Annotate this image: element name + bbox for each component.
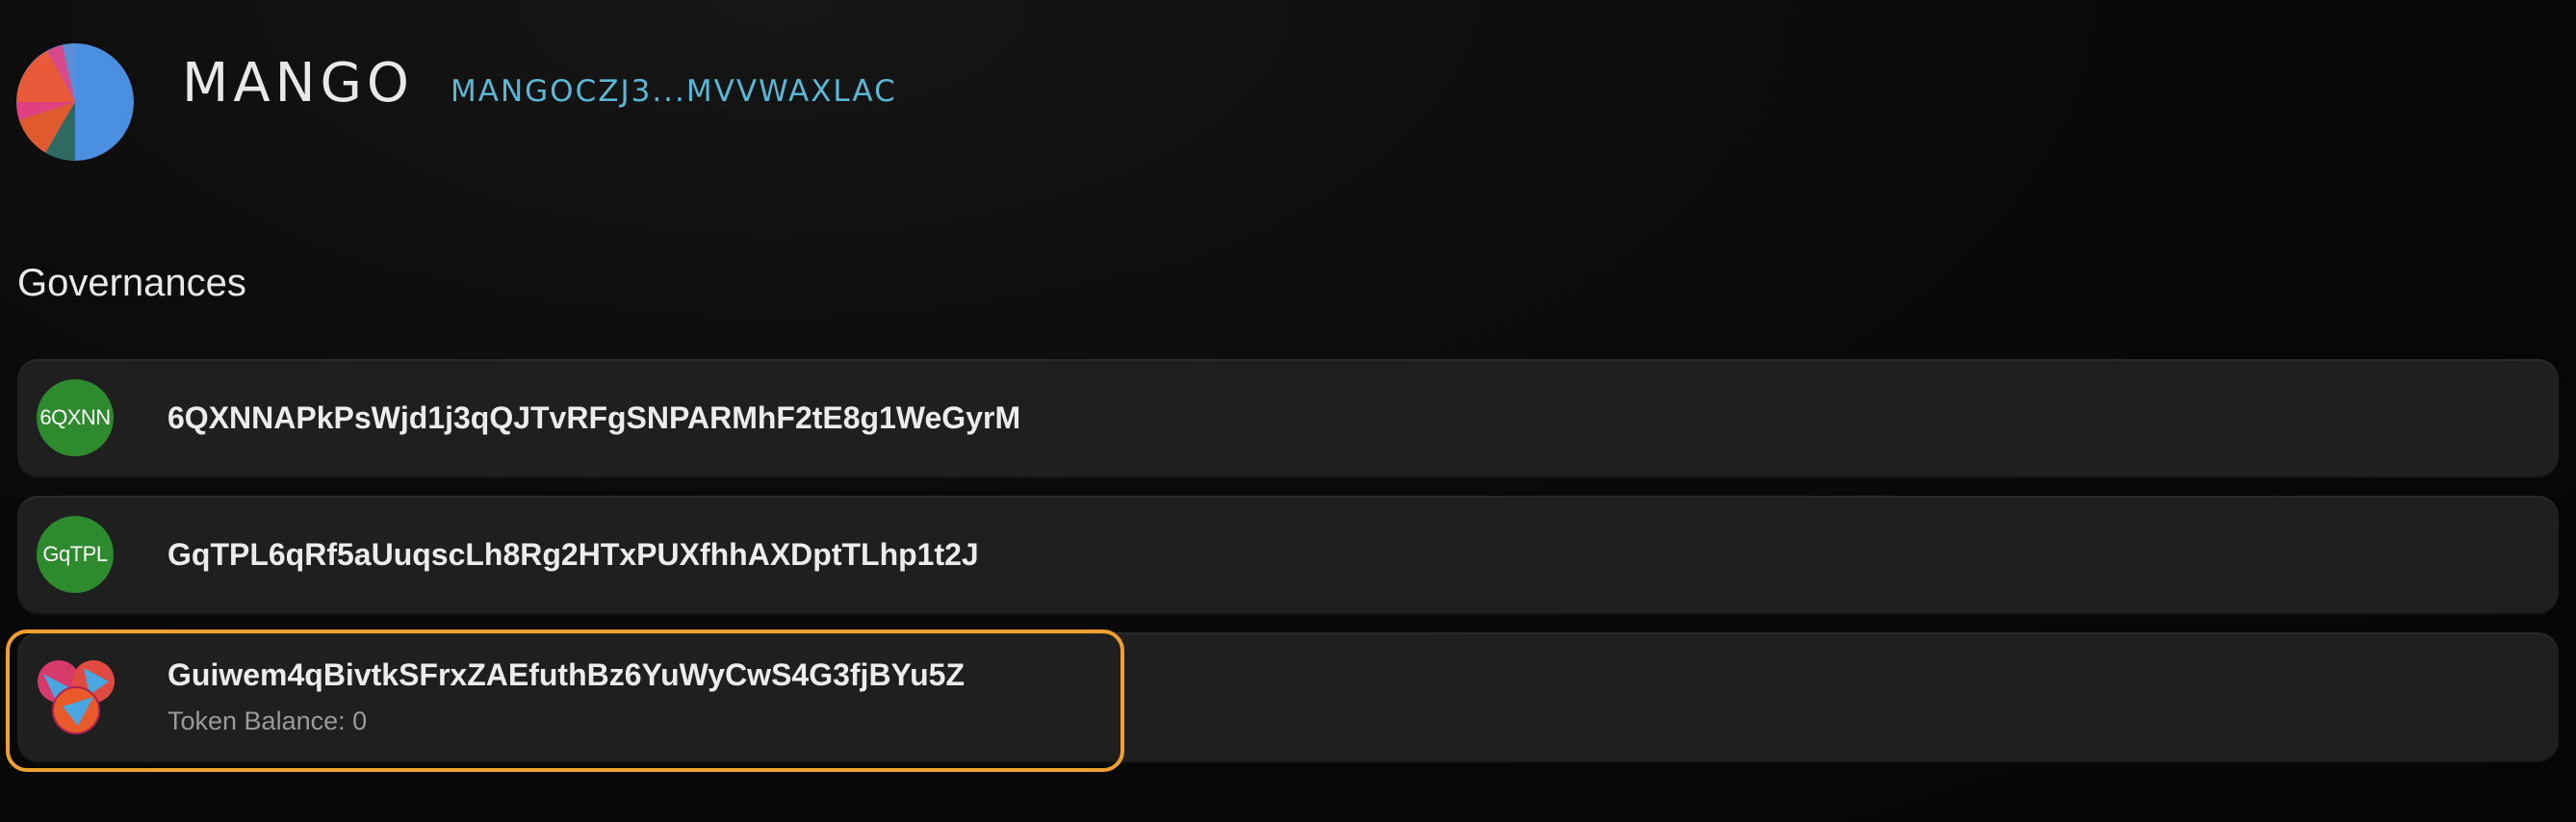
governance-row-token[interactable]: Guiwem4qBivtkSFrxZAEfuthBz6YuWyCwS4G3fjB… (17, 632, 2559, 761)
section-title: Governances (17, 262, 246, 304)
governance-text: GqTPL6qRf5aUuqscLh8Rg2HTxPUXfhhAXDptTLhp… (167, 537, 979, 573)
governance-row[interactable]: GqTPL GqTPL6qRf5aUuqscLh8Rg2HTxPUXfhhAXD… (17, 496, 2559, 613)
token-cluster-icon (34, 653, 122, 741)
governance-avatar: 6QXNN (37, 379, 114, 456)
title-group: MANGO MANGOCZJ3...MVVWAXLAC (182, 52, 897, 115)
governance-address: GqTPL6qRf5aUuqscLh8Rg2HTxPUXfhhAXDptTLhp… (167, 536, 979, 572)
governance-address: Guiwem4qBivtkSFrxZAEfuthBz6YuWyCwS4G3fjB… (167, 657, 966, 692)
mango-logo-icon (16, 43, 134, 161)
realm-address-link[interactable]: MANGOCZJ3...MVVWAXLAC (451, 74, 897, 109)
governance-text: 6QXNNAPkPsWjd1j3qQJTvRFgSNPARMhF2tE8g1We… (167, 400, 1020, 436)
token-balance: Token Balance: 0 (167, 706, 368, 735)
governance-address: 6QXNNAPkPsWjd1j3qQJTvRFgSNPARMhF2tE8g1We… (167, 399, 1021, 435)
governance-text: Guiwem4qBivtkSFrxZAEfuthBz6YuWyCwS4G3fjB… (167, 657, 965, 736)
governance-list: 6QXNN 6QXNNAPkPsWjd1j3qQJTvRFgSNPARMhF2t… (17, 359, 2559, 781)
app-title: MANGO (182, 51, 414, 115)
governance-avatar: GqTPL (37, 516, 114, 593)
governance-row[interactable]: 6QXNN 6QXNNAPkPsWjd1j3qQJTvRFgSNPARMhF2t… (17, 359, 2559, 476)
header: MANGO MANGOCZJ3...MVVWAXLAC (16, 43, 897, 161)
